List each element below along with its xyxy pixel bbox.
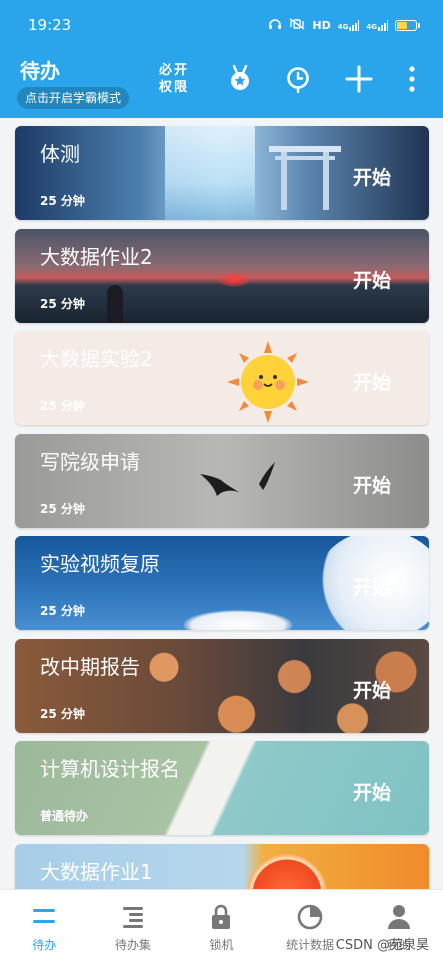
- status-icons: HD 4G 4G: [268, 17, 420, 33]
- task-title: 体测: [40, 142, 80, 166]
- study-mode-button[interactable]: 点击开启学霸模式: [17, 87, 130, 109]
- medal-icon[interactable]: [225, 64, 255, 94]
- torii-image: [265, 140, 345, 210]
- task-title: 大数据作业2: [40, 244, 153, 269]
- app-screen: 19:23 HD 4G 4G 待办 点击开启学霸模式 必开 权限 体测 25 分…: [0, 0, 443, 960]
- more-icon[interactable]: [397, 64, 427, 94]
- task-subtitle: 25 分钟: [40, 399, 85, 413]
- status-time: 19:23: [28, 16, 72, 34]
- task-subtitle: 25 分钟: [40, 296, 85, 311]
- nav-label: 待办集: [114, 938, 151, 952]
- signal-label-2: 4G: [366, 22, 377, 31]
- bird-image: [195, 454, 285, 518]
- task-title: 大数据实验2: [40, 347, 153, 371]
- person-silhouette: [107, 284, 123, 323]
- nav-label: 锁机: [209, 938, 234, 952]
- task-title: 实验视频复原: [40, 552, 160, 576]
- status-bar: 19:23 HD 4G 4G: [28, 14, 420, 36]
- todo-list-icon: [31, 904, 57, 930]
- headphones-icon: [268, 18, 282, 33]
- task-card[interactable]: 写院级申请 25 分钟 开始: [15, 433, 429, 528]
- permissions-button[interactable]: 必开 权限: [158, 62, 190, 96]
- task-subtitle: 25 分钟: [40, 194, 85, 208]
- permissions-label-line2: 权限: [158, 80, 189, 95]
- task-subtitle: 25 分钟: [40, 706, 85, 721]
- task-card[interactable]: 大数据作业2 25 分钟 开始: [15, 228, 429, 323]
- signal-icon-2: 4G: [366, 19, 388, 31]
- start-button[interactable]: 开始: [353, 573, 391, 600]
- nav-lock[interactable]: 锁机: [177, 890, 266, 960]
- start-button[interactable]: 开始: [353, 266, 391, 293]
- permissions-label-line1: 必开: [158, 63, 189, 78]
- watermark-text: CSDN @苑泉昊: [335, 938, 429, 953]
- task-subtitle: 普通待办: [40, 809, 89, 823]
- add-icon[interactable]: [344, 64, 374, 94]
- cloud-image-small: [183, 610, 293, 630]
- task-title: 计算机设计报名: [40, 757, 180, 781]
- task-list: 体测 25 分钟 开始 大数据作业2 25 分钟 开始 大数据实验2 25 分钟…: [15, 126, 429, 946]
- start-button[interactable]: 开始: [353, 368, 391, 395]
- hd-label: HD: [312, 18, 331, 32]
- nav-label: 统计数据: [286, 938, 335, 952]
- start-button[interactable]: 开始: [353, 676, 391, 703]
- start-button[interactable]: 开始: [353, 471, 391, 498]
- sun-glow-image: [219, 272, 249, 287]
- stats-icon: [297, 904, 323, 930]
- task-card[interactable]: 改中期报告 25 分钟 开始: [15, 638, 429, 733]
- start-button[interactable]: 开始: [353, 163, 391, 190]
- sun-icon: [225, 339, 311, 425]
- page-title: 待办: [20, 59, 60, 83]
- battery-icon: [395, 19, 420, 31]
- task-card[interactable]: 大数据实验2 25 分钟 开始: [15, 331, 429, 425]
- vibrate-mute-icon: [289, 17, 305, 33]
- waterfall-image: [165, 126, 255, 220]
- task-subtitle: 25 分钟: [40, 604, 85, 618]
- clock-icon[interactable]: [283, 64, 313, 94]
- lock-icon: [208, 904, 234, 930]
- task-title: 写院级申请: [40, 449, 140, 474]
- start-button[interactable]: 开始: [353, 778, 391, 805]
- task-title: 改中期报告: [40, 654, 140, 679]
- nav-label: 待办: [32, 938, 57, 952]
- task-card[interactable]: 实验视频复原 25 分钟 开始: [15, 536, 429, 630]
- signal-label-1: 4G: [337, 22, 349, 31]
- task-subtitle: 25 分钟: [40, 501, 85, 516]
- top-app-bar: 19:23 HD 4G 4G 待办 点击开启学霸模式 必开 权限: [0, 0, 443, 118]
- nav-todo[interactable]: 待办: [0, 890, 89, 960]
- profile-icon: [386, 904, 412, 930]
- nav-todo-set[interactable]: 待办集: [89, 890, 178, 960]
- todo-set-icon: [120, 904, 146, 930]
- task-card[interactable]: 计算机设计报名 普通待办 开始: [15, 741, 429, 835]
- signal-icon: 4G: [337, 19, 360, 31]
- task-title: 大数据作业1: [40, 859, 153, 884]
- task-card[interactable]: 体测 25 分钟 开始: [15, 126, 429, 220]
